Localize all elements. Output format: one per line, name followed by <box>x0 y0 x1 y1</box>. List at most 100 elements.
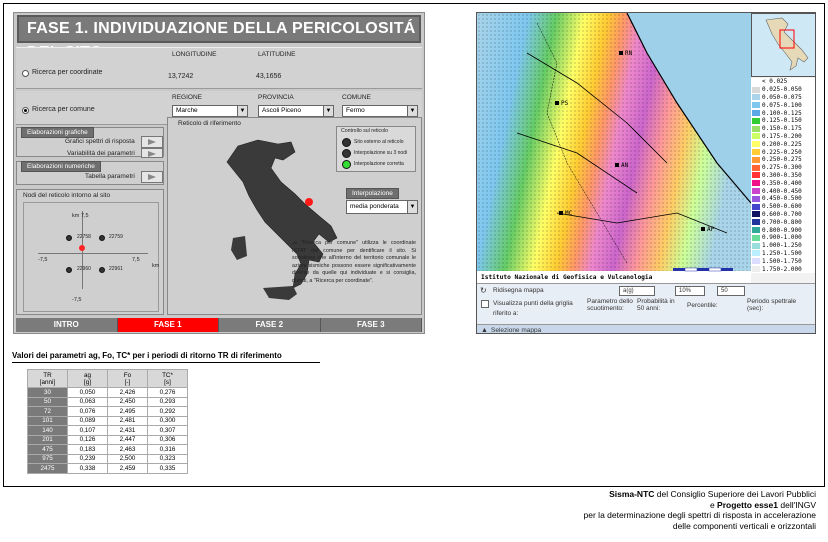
variabilita-button[interactable] <box>141 148 163 158</box>
comune-label: COMUNE <box>342 94 371 101</box>
probabilita-label: Probabilità in 50 anni: <box>637 298 675 312</box>
legend-label: 1.250-1.500 <box>762 249 802 257</box>
expand-icon[interactable]: ▲ <box>481 327 488 333</box>
latitude-field[interactable]: 43,1656 <box>256 73 281 80</box>
site-marker <box>79 245 85 251</box>
regione-select[interactable]: Marche ▼ <box>172 105 248 117</box>
legend-item: 1.500-1.750 <box>751 257 815 265</box>
legend-swatch <box>752 203 760 210</box>
legend-swatch <box>752 266 760 273</box>
legend-label: 0.125-0.150 <box>762 117 802 125</box>
caption-line-4: delle componenti verticali e orizzontali <box>672 520 816 531</box>
legend-item: 1.750-2.000 <box>751 265 815 273</box>
legend-swatch <box>752 78 760 85</box>
table-cell: 101 <box>27 415 68 426</box>
legend-item: 0.100-0.125 <box>751 109 815 117</box>
comune-radio[interactable] <box>22 107 29 114</box>
table-cell: 50 <box>27 396 68 407</box>
tab-fase-1[interactable]: FASE 1 <box>117 318 219 332</box>
tab-fase-3[interactable]: FASE 3 <box>320 318 422 332</box>
table-cell: 2,459 <box>107 463 148 474</box>
table-title: Valori dei parametri ag, Fo, TC* per i p… <box>12 351 282 360</box>
axis-value-top: 7,5 <box>80 213 89 219</box>
chevron-down-icon[interactable]: ▼ <box>323 106 333 116</box>
table-row: 101 0,089 2,481 0,300 <box>27 415 188 426</box>
table-row: 50 0,063 2,450 0,293 <box>27 396 188 407</box>
legend-swatch <box>752 117 760 124</box>
percentile-select[interactable]: 50 <box>717 286 745 296</box>
controllo-title: Controllo sul reticolo <box>341 128 388 134</box>
parametro-value: a(g) <box>623 288 634 294</box>
table-cell: 0,293 <box>147 396 188 407</box>
legend-label: 0.500-0.600 <box>762 203 802 211</box>
table-cell: 0,183 <box>67 444 108 455</box>
caption-esse1: Progetto esse1 <box>717 499 778 510</box>
caption-text-2b: dell'INGV <box>778 499 816 510</box>
table-cell: 975 <box>27 453 68 464</box>
parametro-select[interactable]: a(g) <box>619 286 655 296</box>
axis-label-left: -7,5 <box>38 257 48 263</box>
legend-label: 0.300-0.350 <box>762 171 802 179</box>
provincia-select[interactable]: Ascoli Piceno ▼ <box>258 105 334 117</box>
ctrl-label-3: Interpolazione corretta <box>354 161 404 167</box>
table-cell: 0,335 <box>147 463 188 474</box>
legend-swatch <box>752 172 760 179</box>
nodi-plot: km 7,5 -7,5 -7,5 7,5 km 22758 22759 2296… <box>23 202 159 312</box>
chevron-down-icon[interactable]: ▼ <box>237 106 247 116</box>
table-cell: 0,050 <box>67 387 108 398</box>
legend-item: 0.350-0.400 <box>751 179 815 187</box>
chevron-down-icon[interactable]: ▼ <box>407 201 417 213</box>
legend-item: 0.225-0.250 <box>751 148 815 156</box>
interpolazione-select[interactable]: media ponderata ▼ <box>346 200 418 214</box>
node-label: 22961 <box>109 266 123 272</box>
city-label: MC <box>565 210 573 217</box>
riferito-label: riferito a: <box>493 310 519 317</box>
axis-label-top: km 7,5 <box>72 213 89 219</box>
probabilita-select[interactable]: 10% <box>675 286 705 296</box>
city-label: AN <box>621 162 629 169</box>
map-controls: ↻ Ridisegna mappa a(g) 10% 50 Visualizza… <box>477 283 815 333</box>
column-header: TR [anni] <box>27 369 68 388</box>
ridisegna-button[interactable]: Ridisegna mappa <box>493 287 544 294</box>
city-label: RN <box>625 50 633 57</box>
city-label: AP <box>707 226 715 233</box>
scale-bar <box>673 267 733 272</box>
table-cell: 0,076 <box>67 406 108 417</box>
legend-item: 0.025-0.050 <box>751 86 815 94</box>
caption-sisma-ntc: Sisma-NTC <box>609 489 655 499</box>
legend-swatch <box>752 102 760 109</box>
table-cell: 2,426 <box>107 387 148 398</box>
legend-swatch <box>752 110 760 117</box>
tab-intro[interactable]: INTRO <box>16 318 118 332</box>
status-led <box>342 149 351 158</box>
legend-label: 0.150-0.175 <box>762 125 802 133</box>
table-row: 475 0,183 2,463 0,316 <box>27 444 188 455</box>
legend-item: 0.175-0.200 <box>751 133 815 141</box>
coord-radio[interactable] <box>22 70 29 77</box>
chevron-down-icon[interactable]: ▼ <box>407 106 417 116</box>
legend-item: 0.700-0.800 <box>751 218 815 226</box>
table-cell: 0,063 <box>67 396 108 407</box>
longitude-field[interactable]: 13,7242 <box>168 73 193 80</box>
table-cell: 0,107 <box>67 425 108 436</box>
selezione-mappa-bar[interactable]: ▲ Selezione mappa <box>477 324 815 333</box>
legend-swatch <box>752 258 760 265</box>
tab-fase-2[interactable]: FASE 2 <box>219 318 321 332</box>
visualizza-checkbox[interactable] <box>481 300 489 308</box>
help-text: „a "Ricerca per comune" utilizza le coor… <box>292 240 416 284</box>
legend-swatch <box>752 227 760 234</box>
latitude-label: LATITUDINE <box>258 51 296 58</box>
legend-item: 0.200-0.225 <box>751 140 815 148</box>
table-cell: 0,239 <box>67 453 108 464</box>
legend-label: 0.700-0.800 <box>762 218 802 226</box>
city-marker <box>559 211 563 215</box>
grafici-spettri-button[interactable] <box>141 136 163 148</box>
table-cell: 2,463 <box>107 444 148 455</box>
comune-select[interactable]: Fermo ▼ <box>342 105 418 117</box>
node-point <box>99 267 105 273</box>
tabella-parametri-label: Tabella parametri <box>85 173 135 180</box>
status-led <box>342 138 351 147</box>
column-header: TC* [s] <box>147 369 188 388</box>
refresh-icon[interactable]: ↻ <box>480 286 487 295</box>
tabella-parametri-button[interactable] <box>141 171 163 183</box>
